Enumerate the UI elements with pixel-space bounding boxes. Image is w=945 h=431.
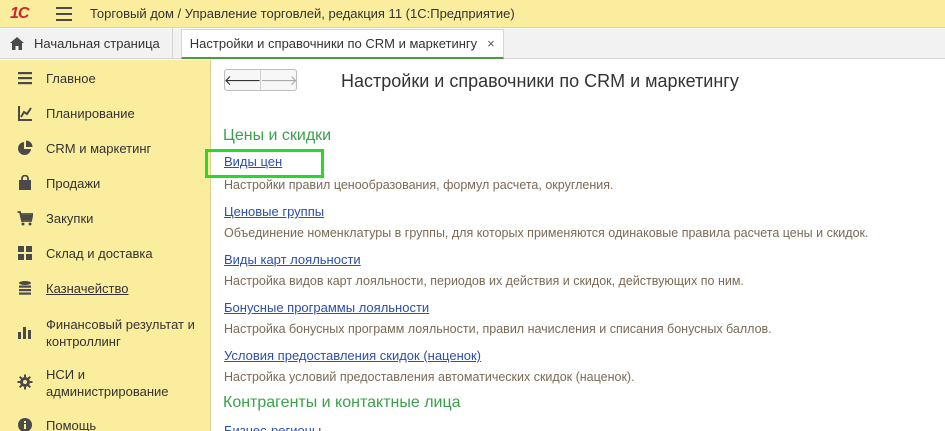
info-icon <box>18 418 32 431</box>
sidebar-item-help[interactable]: Помощь <box>0 416 211 431</box>
planning-chart-icon <box>18 106 32 121</box>
main-menu-hamburger-icon[interactable] <box>56 6 72 21</box>
sidebar-item-label: Закупки <box>46 210 94 226</box>
tab-crm-settings[interactable]: Настройки и справочники по CRM и маркети… <box>180 29 504 59</box>
app-logo-1c: 1С <box>10 4 29 22</box>
sidebar-item-label: Казначейство <box>46 280 129 296</box>
desc-loyalty-card-types: Настройка видов карт лояльности, периодо… <box>224 274 744 288</box>
tab-crm-settings-label: Настройки и справочники по CRM и маркети… <box>189 36 478 51</box>
tab-home-label: Начальная страница <box>34 35 160 51</box>
sidebar-item-planning[interactable]: Планирование <box>0 104 211 122</box>
sections-sidebar: Главное Планирование CRM и маркетинг Про… <box>0 60 211 431</box>
warehouse-grid-icon <box>18 246 32 260</box>
sidebar-item-main[interactable]: Главное <box>0 69 211 87</box>
sidebar-item-label: Планирование <box>46 105 135 121</box>
sidebar-item-financial-result[interactable]: Финансовый результат и контроллинг <box>0 314 211 350</box>
home-icon <box>10 36 24 50</box>
desc-bonus-programs: Настройка бонусных программ лояльности, … <box>224 322 772 336</box>
pie-chart-icon <box>18 140 33 155</box>
forward-arrow-icon[interactable]: 🡒 <box>260 70 298 90</box>
sidebar-item-label: Помощь <box>46 417 97 431</box>
link-discount-conditions[interactable]: Условия предоставления скидок (наценок) <box>224 348 481 363</box>
desc-price-types: Настройки правил ценообразования, формул… <box>224 178 614 192</box>
back-arrow-icon[interactable]: 🡐 <box>224 70 261 90</box>
sidebar-item-label: Продажи <box>46 175 101 191</box>
section-title-prices: Цены и скидки <box>223 127 332 144</box>
tab-home-page[interactable]: Начальная страница <box>0 28 173 58</box>
section-title-contractors: Контрагенты и контактные лица <box>223 394 461 411</box>
link-loyalty-card-types[interactable]: Виды карт лояльности <box>224 252 361 267</box>
desc-price-groups: Объединение номенклатуры в группы, для к… <box>224 226 869 240</box>
link-bonus-programs[interactable]: Бонусные программы лояльности <box>224 300 429 315</box>
sidebar-item-warehouse[interactable]: Склад и доставка <box>0 244 211 262</box>
sidebar-item-label: НСИ и администрирование <box>46 367 169 399</box>
sidebar-item-label: Склад и доставка <box>46 245 153 261</box>
sidebar-item-purchases[interactable]: Закупки <box>0 209 211 227</box>
hamburger-list-icon <box>18 72 32 85</box>
tab-close-icon[interactable]: × <box>487 36 495 51</box>
sidebar-item-sales[interactable]: Продажи <box>0 174 211 192</box>
gear-icon <box>17 374 33 390</box>
title-bar: 1С Торговый дом / Управление торговлей, … <box>0 0 945 28</box>
coins-icon <box>19 281 31 295</box>
sidebar-item-label: Главное <box>46 70 96 86</box>
sidebar-item-label: Финансовый результат и контроллинг <box>46 317 195 349</box>
link-business-regions[interactable]: Бизнес-регионы <box>224 423 321 431</box>
bar-chart-icon <box>18 327 31 339</box>
main-content: 🡐 🡒 Настройки и справочники по CRM и мар… <box>205 60 945 431</box>
nav-buttons: 🡐 🡒 <box>224 69 298 91</box>
page-title: Настройки и справочники по CRM и маркети… <box>341 71 739 91</box>
sidebar-item-crm[interactable]: CRM и маркетинг <box>0 139 211 157</box>
tab-bar: Начальная страница Настройки и справочни… <box>0 28 945 59</box>
window-title: Торговый дом / Управление торговлей, ред… <box>90 6 515 21</box>
sidebar-item-label: CRM и маркетинг <box>46 140 152 156</box>
sidebar-item-treasury[interactable]: Казначейство <box>0 279 211 297</box>
link-price-groups[interactable]: Ценовые группы <box>224 204 324 219</box>
cart-icon <box>17 211 33 226</box>
link-price-types[interactable]: Виды цен <box>224 154 282 169</box>
sidebar-item-nsi-admin[interactable]: НСИ и администрирование <box>0 364 211 400</box>
shopping-bag-icon <box>19 175 31 190</box>
desc-discount-conditions: Настройка условий предоставления автомат… <box>224 370 635 384</box>
